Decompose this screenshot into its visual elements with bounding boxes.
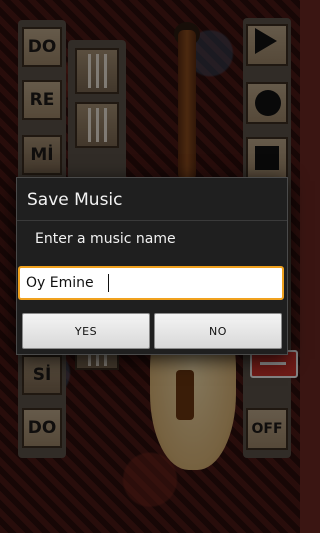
- dialog-divider: [17, 220, 287, 221]
- dialog-message: Enter a music name: [35, 231, 176, 247]
- dialog-title: Save Music: [27, 190, 123, 210]
- yes-button[interactable]: YES: [22, 313, 150, 349]
- save-music-dialog: Save Music Enter a music name YES NO: [16, 177, 288, 355]
- music-name-input[interactable]: [18, 266, 284, 300]
- text-caret: [108, 274, 109, 292]
- no-button[interactable]: NO: [154, 313, 282, 349]
